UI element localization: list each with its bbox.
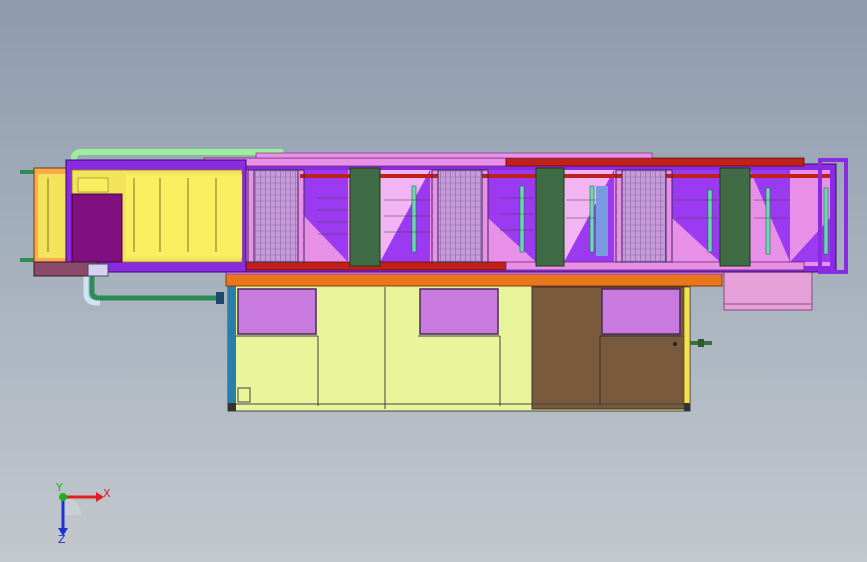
column-2	[535, 167, 565, 267]
cabinet-window-1	[237, 288, 317, 335]
inlet-section	[20, 159, 247, 277]
y-axis-marker	[59, 493, 67, 501]
pipe-flange	[216, 292, 224, 304]
axis-triad: X Y Z	[55, 481, 111, 546]
cabinet-window-3	[601, 288, 681, 335]
x-axis-label: X	[103, 487, 111, 500]
cabinet-window-2	[419, 288, 499, 335]
column-1	[349, 167, 381, 267]
z-axis-label: Z	[58, 533, 66, 546]
door-knob	[673, 342, 677, 346]
cad-viewport[interactable]: X Y Z	[0, 0, 867, 562]
roller-drum-1	[253, 169, 299, 263]
y-axis-label: Y	[55, 481, 63, 494]
machine-drawing: X Y Z	[20, 149, 848, 546]
column-3	[719, 167, 751, 267]
lower-pipe	[89, 274, 220, 301]
roller-drum-3	[621, 169, 667, 263]
upper-rail	[203, 157, 507, 167]
roller-drum-2	[437, 169, 483, 263]
lower-cabinet	[227, 282, 712, 412]
inlet-hopper	[71, 193, 123, 263]
